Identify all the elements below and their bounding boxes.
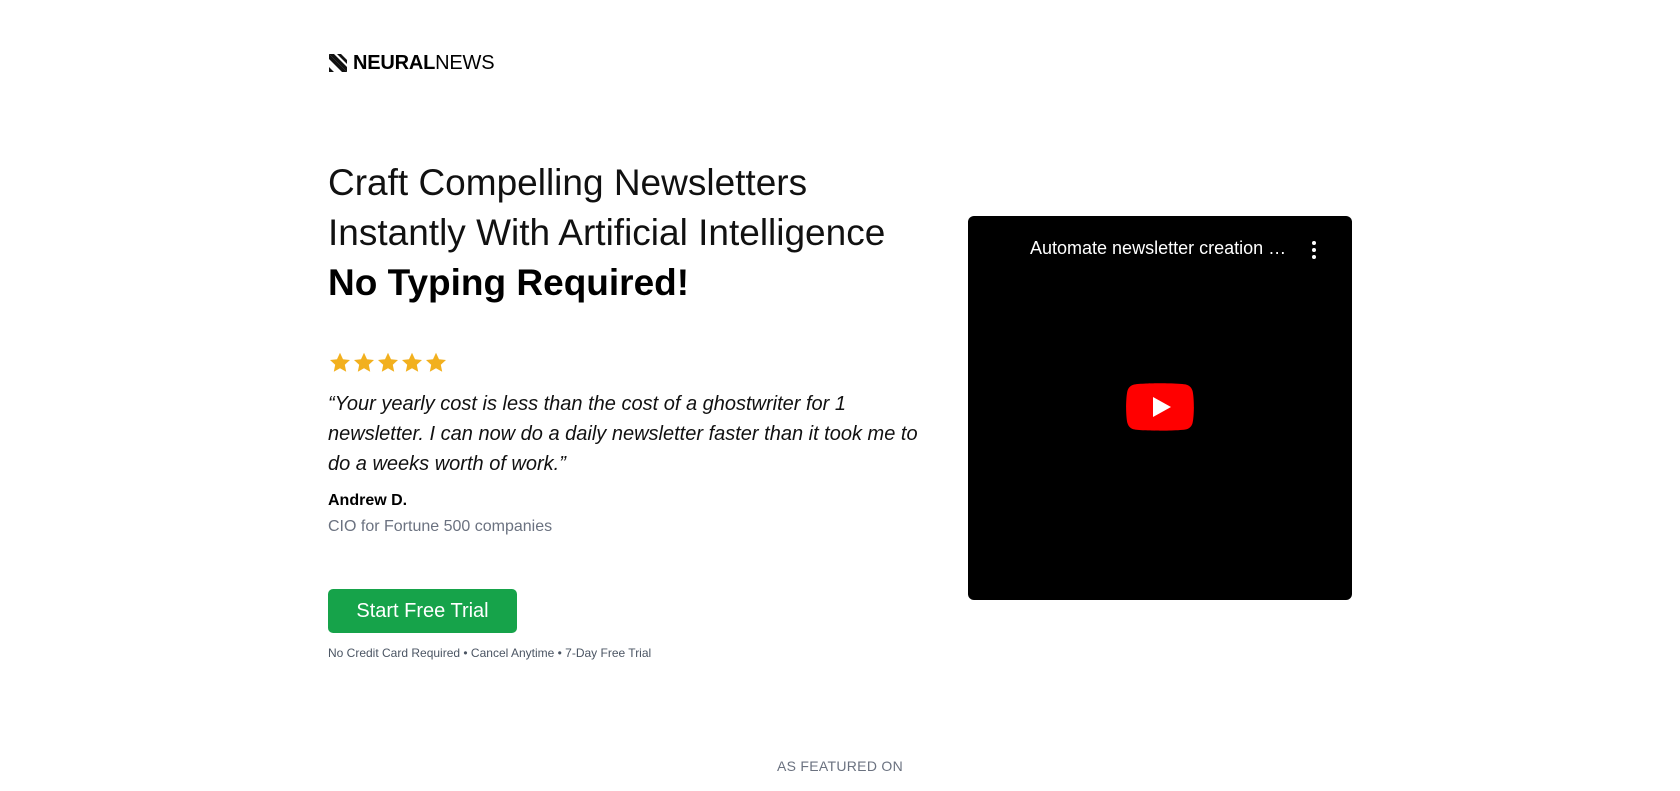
video-player[interactable]: Automate newsletter creation with AI: [968, 216, 1352, 600]
video-title[interactable]: Automate newsletter creation with AI: [1030, 238, 1292, 259]
testimonial-author-name: Andrew D.: [328, 492, 408, 509]
brand-name-light: NEWS: [435, 51, 495, 74]
star-icon: [426, 352, 446, 372]
headline-line-1: Craft Compelling Newsletters: [328, 162, 808, 203]
testimonial-author-title: CIO for Fortune 500 companies: [328, 518, 553, 535]
hero-headline: Craft Compelling Newsletters Instantly W…: [328, 158, 928, 308]
landing-page: NEURALNEWS Craft Compelling Newsletters …: [0, 0, 1680, 791]
headline-line-2: Instantly With Artificial Intelligence: [328, 212, 886, 253]
neuralnews-logo-icon: [329, 54, 347, 72]
headline-line-3: No Typing Required!: [328, 262, 690, 303]
star-icon: [378, 352, 398, 372]
star-icon: [330, 352, 350, 372]
more-vertical-icon[interactable]: [1310, 238, 1318, 262]
star-icon: [402, 352, 422, 372]
brand-name-bold: NEURAL: [353, 51, 436, 74]
brand-name: NEURALNEWS: [353, 51, 495, 75]
start-free-trial-button[interactable]: Start Free Trial: [328, 589, 517, 633]
as-featured-on-label: AS FEATURED ON: [776, 758, 904, 774]
testimonial-quote: “Your yearly cost is less than the cost …: [328, 393, 918, 475]
cta-note: No Credit Card Required • Cancel Anytime…: [328, 646, 652, 660]
rating-stars: [328, 351, 448, 375]
youtube-play-icon[interactable]: [1126, 383, 1194, 431]
star-icon: [354, 352, 374, 372]
brand-logo[interactable]: NEURALNEWS: [328, 50, 495, 76]
